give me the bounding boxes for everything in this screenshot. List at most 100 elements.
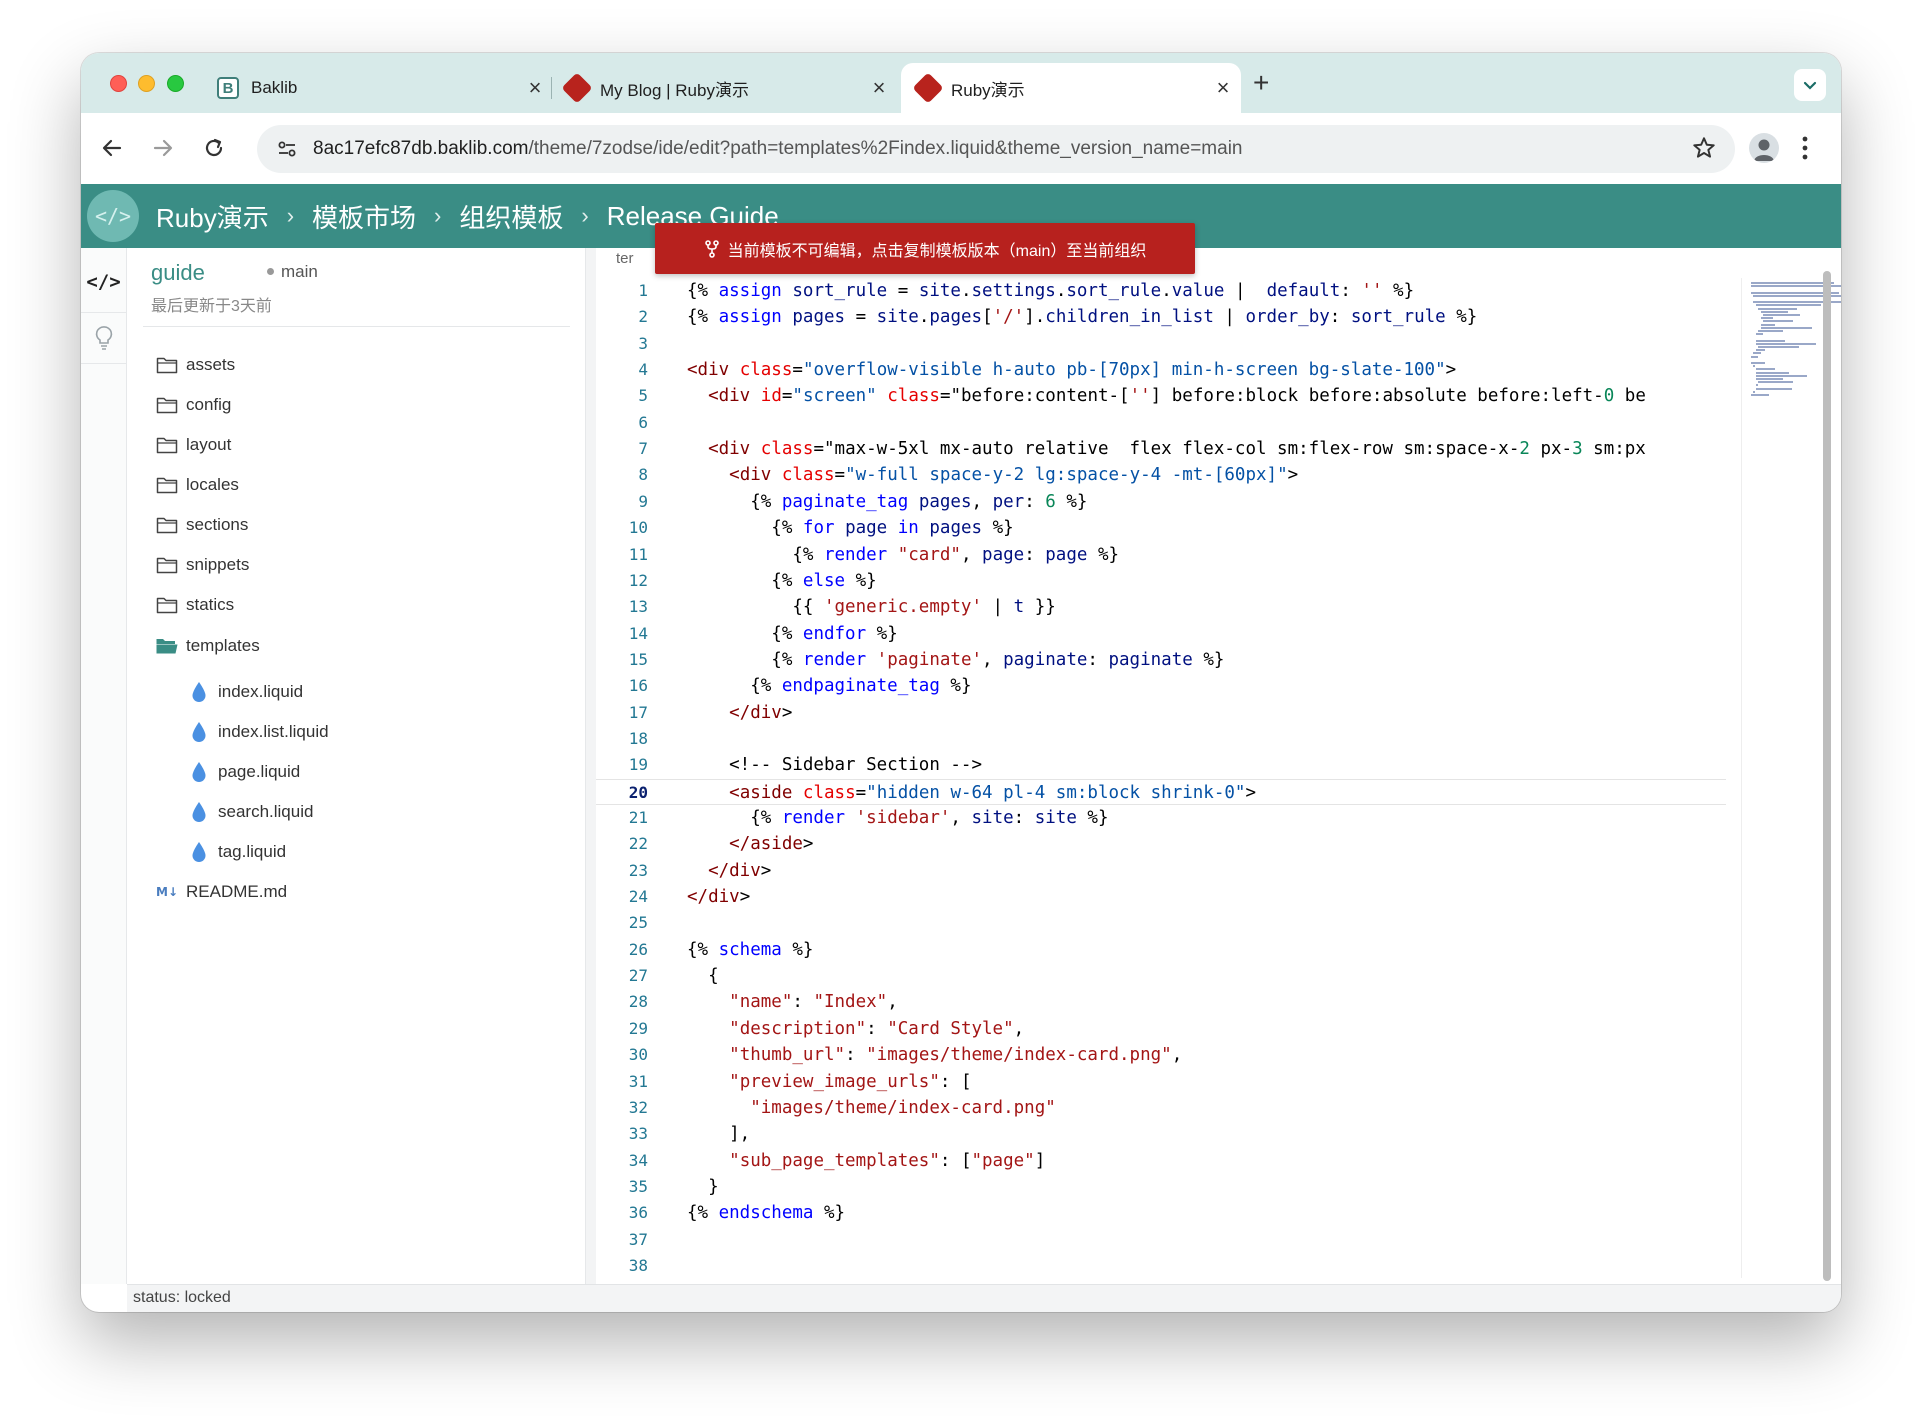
line-number: 32 [628, 1097, 648, 1117]
code-line[interactable]: 24 </div> [596, 884, 1726, 910]
minimap-line [1755, 339, 1785, 342]
new-tab-button[interactable]: + [1253, 67, 1269, 99]
tab-search-button[interactable] [1794, 69, 1826, 101]
file-tag-liquid[interactable]: tag.liquid [127, 832, 586, 872]
line-code: ], [687, 1124, 751, 1145]
code-line[interactable]: 36 {% endschema %} [596, 1200, 1726, 1226]
profile-avatar[interactable] [1749, 133, 1779, 163]
code-editor[interactable]: ter 1 {% assign sort_rule = site.settings… [596, 248, 1841, 1284]
code-line[interactable]: 7 <div class="max-w-5xl mx-auto relative… [596, 436, 1726, 462]
folder-assets[interactable]: assets [127, 345, 586, 385]
code-line[interactable]: 18 [596, 726, 1726, 752]
code-line[interactable]: 8 <div class="w-full space-y-2 lg:space-… [596, 462, 1726, 488]
file-explorer: guide main 最后更新于3天前 assets config layout… [127, 248, 590, 1284]
code-line[interactable]: 4 <div class="overflow-visible h-auto pb-… [596, 357, 1726, 383]
code-line[interactable]: 37 [596, 1227, 1726, 1253]
code-line[interactable]: 6 [596, 410, 1726, 436]
file-search-liquid[interactable]: search.liquid [127, 792, 586, 832]
code-view-icon[interactable]: </> [81, 256, 126, 308]
minimap-line [1755, 368, 1775, 371]
minimap-line [1763, 320, 1793, 323]
code-line[interactable]: 30 "thumb_url": "images/theme/index-card… [596, 1042, 1726, 1068]
tab-my-blog[interactable]: My Blog | Ruby演示 × [561, 63, 891, 113]
close-window-button[interactable] [110, 75, 127, 92]
zoom-window-button[interactable] [167, 75, 184, 92]
line-number: 26 [628, 939, 648, 959]
site-settings-icon[interactable] [273, 135, 301, 163]
code-line[interactable]: 15 {% render 'paginate', paginate: pagin… [596, 647, 1726, 673]
code-line[interactable]: 34 "sub_page_templates": ["page"] [596, 1148, 1726, 1174]
code-line[interactable]: 11 {% render "card", page: page %} [596, 542, 1726, 568]
code-line[interactable]: 5 <div id="screen" class="before:content… [596, 383, 1726, 409]
file-page-liquid[interactable]: page.liquid [127, 752, 586, 792]
file-label: index.list.liquid [218, 722, 329, 741]
folder-config[interactable]: config [127, 385, 586, 425]
minimize-window-button[interactable] [138, 75, 155, 92]
code-line[interactable]: 17 </div> [596, 700, 1726, 726]
line-number: 2 [638, 307, 648, 327]
code-line[interactable]: 28 "name": "Index", [596, 989, 1726, 1015]
close-icon[interactable]: × [867, 75, 891, 101]
code-line[interactable]: 19 <!-- Sidebar Section --> [596, 752, 1726, 778]
code-line[interactable]: 29 "description": "Card Style", [596, 1016, 1726, 1042]
minimap-line [1758, 330, 1784, 332]
file-readme-md[interactable]: M↓ README.md [127, 872, 586, 912]
tab-ruby-demo[interactable]: Ruby演示 × [901, 63, 1241, 113]
line-number: 35 [628, 1176, 648, 1196]
code-line[interactable]: 22 </aside> [596, 831, 1726, 857]
code-line[interactable]: 35 } [596, 1174, 1726, 1200]
code-line[interactable]: 23 </div> [596, 858, 1726, 884]
line-code: "images/theme/index-card.png" [750, 1097, 1056, 1118]
line-code: "name": "Index", [729, 992, 898, 1013]
code-line[interactable]: 38 [596, 1253, 1726, 1279]
code-line[interactable]: 16 {% endpaginate_tag %} [596, 673, 1726, 699]
folder-statics[interactable]: statics [127, 585, 586, 625]
code-line[interactable]: 10 {% for page in pages %} [596, 515, 1726, 541]
code-line[interactable]: 21 {% render 'sidebar', site: site %} [596, 805, 1726, 831]
code-line[interactable]: 3 [596, 331, 1726, 357]
line-number: 12 [628, 570, 648, 590]
back-button[interactable] [97, 133, 127, 163]
folder-snippets[interactable]: snippets [127, 545, 586, 585]
reload-button[interactable] [199, 133, 229, 163]
lightbulb-icon[interactable] [81, 312, 126, 364]
code-line[interactable]: 25 [596, 910, 1726, 936]
code-line[interactable]: 26 {% schema %} [596, 937, 1726, 963]
code-line[interactable]: 20 <aside class="hidden w-64 pl-4 sm:blo… [596, 778, 1726, 805]
address-bar[interactable]: 8ac17efc87db.baklib.com/theme/7zodse/ide… [257, 125, 1735, 173]
code-line[interactable]: 33 ], [596, 1121, 1726, 1147]
line-number: 15 [628, 649, 648, 669]
divider [143, 326, 570, 327]
breadcrumb-ruby-demo[interactable]: Ruby演示 [156, 198, 269, 235]
code-line[interactable]: 31 "preview_image_urls": [ [596, 1069, 1726, 1095]
panel-resize-handle[interactable] [586, 248, 596, 1284]
readonly-banner[interactable]: 当前模板不可编辑，点击复制模板版本（main）至当前组织 [655, 223, 1195, 274]
project-name[interactable]: guide [151, 260, 205, 286]
code-line[interactable]: 12 {% else %} [596, 568, 1726, 594]
code-line[interactable]: 27 { [596, 963, 1726, 989]
folder-locales[interactable]: locales [127, 465, 586, 505]
code-logo-icon[interactable]: </> [87, 190, 139, 242]
code-line[interactable]: 9 {% paginate_tag pages, per: 6 %} [596, 489, 1726, 515]
breadcrumb-org-templates[interactable]: 组织模板 [459, 198, 563, 235]
forward-button[interactable] [148, 133, 178, 163]
code-line[interactable]: 2 {% assign pages = site.pages['/'].child… [596, 304, 1726, 330]
close-icon[interactable]: × [1211, 75, 1235, 101]
file-index-list-liquid[interactable]: index.list.liquid [127, 712, 586, 752]
code-line[interactable]: 13 {{ 'generic.empty' | t }} [596, 594, 1726, 620]
code-line[interactable]: 32 "images/theme/index-card.png" [596, 1095, 1726, 1121]
code-line[interactable]: 14 {% endfor %} [596, 621, 1726, 647]
line-number: 3 [638, 333, 648, 353]
bookmark-star-icon[interactable] [1691, 135, 1717, 166]
breadcrumb-template-market[interactable]: 模板市场 [312, 198, 416, 235]
file-index-liquid[interactable]: index.liquid [127, 667, 590, 717]
folder-sections[interactable]: sections [127, 505, 586, 545]
close-icon[interactable]: × [523, 75, 547, 101]
folder-templates[interactable]: templates [127, 626, 586, 666]
tab-baklib[interactable]: B Baklib × [217, 63, 547, 113]
code-line[interactable]: 1 {% assign sort_rule = site.settings.sor… [596, 278, 1726, 304]
browser-menu-button[interactable] [1801, 135, 1809, 166]
folder-layout[interactable]: layout [127, 425, 586, 465]
page-scrollbar-thumb[interactable] [1823, 271, 1831, 1281]
branch-name[interactable]: main [281, 262, 318, 282]
